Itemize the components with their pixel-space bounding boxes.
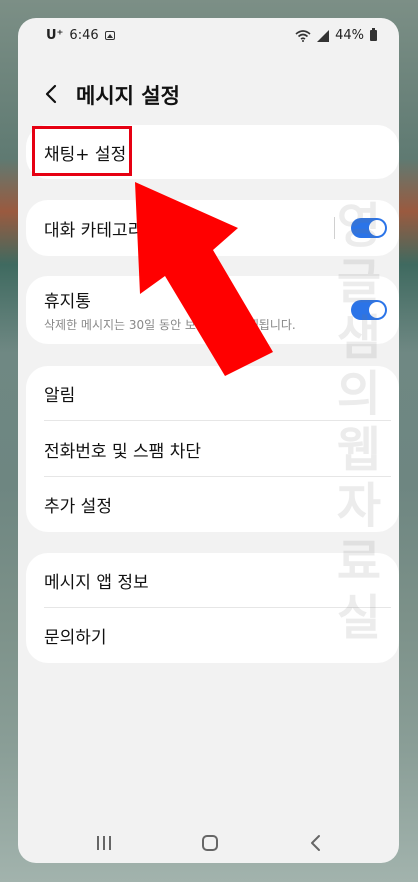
watermark-char: 영 [336,198,382,254]
watermark-text: 영 글 샘 의 웹 자 료 실 [329,198,389,646]
page-title: 메시지 설정 [76,84,180,108]
notifications-label: 알림 [44,386,76,406]
watermark-char: 의 [336,366,382,422]
chevron-left-icon[interactable] [40,82,64,106]
watermark-char: 웹 [336,422,382,478]
watermark-char: 샘 [336,310,382,366]
block-numbers-spam-label: 전화번호 및 스팸 차단 [44,441,201,462]
wifi-icon [295,29,311,42]
status-bar: U⁺ 6:46 44% [18,18,399,54]
recent-apps-icon[interactable] [92,831,116,855]
contact-us-label: 문의하기 [44,628,107,648]
gallery-notification-icon [104,31,115,40]
phone-screen: U⁺ 6:46 44% 메시지 설정 채팅+ 설정 대화 카테고리 휴지통 삭제… [18,18,399,863]
nav-back-icon[interactable] [304,831,328,855]
watermark-char: 자 [336,478,382,534]
watermark-char: 글 [336,254,382,310]
clock: 6:46 [69,28,99,43]
red-arrow-annotation [135,182,273,376]
battery-icon [370,28,377,41]
about-messages-label: 메시지 앱 정보 [44,573,149,593]
carrier-label: U⁺ [46,28,64,43]
battery-percent: 44% [335,28,364,43]
highlight-box [32,126,132,176]
system-navigation-bar [18,821,399,863]
app-header: 메시지 설정 [18,78,399,118]
signal-icon [317,29,330,42]
watermark-char: 실 [336,590,382,646]
home-icon[interactable] [198,831,222,855]
more-settings-label: 추가 설정 [44,497,112,517]
watermark-char: 료 [336,534,382,590]
